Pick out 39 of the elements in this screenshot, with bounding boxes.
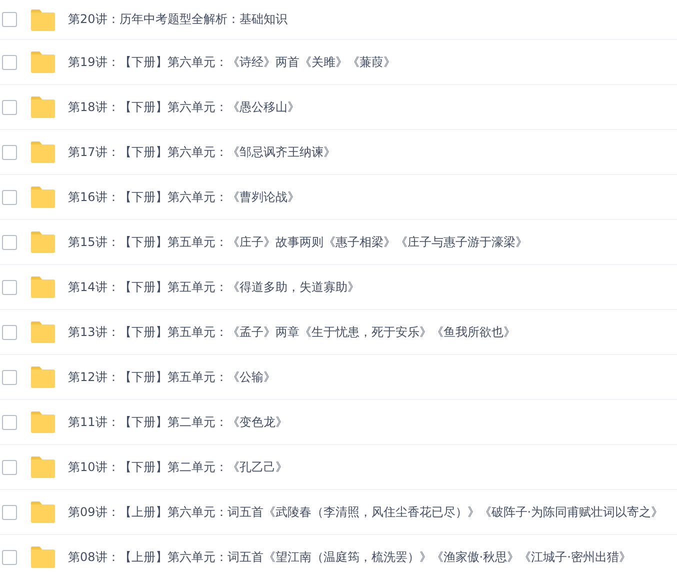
checkbox[interactable] — [2, 54, 17, 70]
checkbox[interactable] — [2, 324, 17, 340]
checkbox[interactable] — [2, 414, 17, 430]
folder-icon — [30, 276, 56, 298]
folder-icon — [30, 141, 56, 163]
checkbox[interactable] — [2, 550, 17, 564]
folder-icon — [30, 231, 56, 253]
folder-icon — [30, 8, 56, 30]
checkbox[interactable] — [2, 144, 17, 160]
checkbox[interactable] — [2, 280, 17, 294]
folder-icon — [30, 186, 56, 208]
checkbox[interactable] — [2, 12, 17, 27]
folder-icon — [30, 51, 56, 73]
folder-name[interactable]: 第16讲：【下册】第六单元：《曹刿论战》 — [68, 188, 300, 206]
folder-icon — [30, 546, 56, 568]
folder-icon — [30, 411, 56, 433]
checkbox[interactable] — [2, 370, 17, 384]
folder-name[interactable]: 第11讲：【下册】第二单元：《变色龙》 — [68, 414, 288, 430]
folder-name[interactable]: 第08讲：【上册】第六单元：词五首《望江南（温庭筠，梳洗罢）》《渔家傲·秋思》《江城子·密州出猎》 — [68, 548, 631, 566]
folder-name[interactable]: 第18讲：【下册】第六单元：《愚公移山》 — [68, 98, 300, 116]
folder-name[interactable]: 第09讲：【上册】第六单元：词五首《武陵春（李清照，风住尘香花已尽）》《破阵子·为陈同甫赋壮词以寄之》 — [68, 504, 664, 520]
folder-name[interactable]: 第14讲：【下册】第五单元：《得道多助，失道寡助》 — [68, 278, 360, 296]
checkbox[interactable] — [2, 504, 17, 520]
checkbox[interactable] — [2, 100, 17, 114]
folder-icon — [30, 321, 56, 343]
folder-name[interactable]: 第12讲：【下册】第五单元：《公输》 — [68, 368, 276, 386]
folder-name[interactable]: 第19讲：【下册】第六单元：《诗经》两首《关雎》《蒹葭》 — [68, 54, 396, 70]
checkbox[interactable] — [2, 190, 17, 204]
folder-icon — [30, 96, 56, 118]
folder-name[interactable]: 第13讲：【下册】第五单元：《孟子》两章《生于忧患，死于安乐》《鱼我所欲也》 — [68, 324, 516, 340]
folder-icon — [30, 456, 56, 478]
checkbox[interactable] — [2, 234, 17, 250]
folder-name[interactable]: 第15讲：【下册】第五单元：《庄子》故事两则《惠子相梁》《庄子与惠子游于濠梁》 — [68, 234, 528, 250]
folder-name[interactable]: 第20讲：历年中考题型全解析：基础知识 — [68, 11, 288, 28]
folder-name[interactable]: 第17讲：【下册】第六单元：《邹忌讽齐王纳谏》 — [68, 144, 336, 160]
folder-icon — [30, 366, 56, 388]
folder-name[interactable]: 第10讲：【下册】第二单元：《孔乙己》 — [68, 458, 288, 476]
folder-icon — [30, 501, 56, 523]
checkbox[interactable] — [2, 460, 17, 474]
